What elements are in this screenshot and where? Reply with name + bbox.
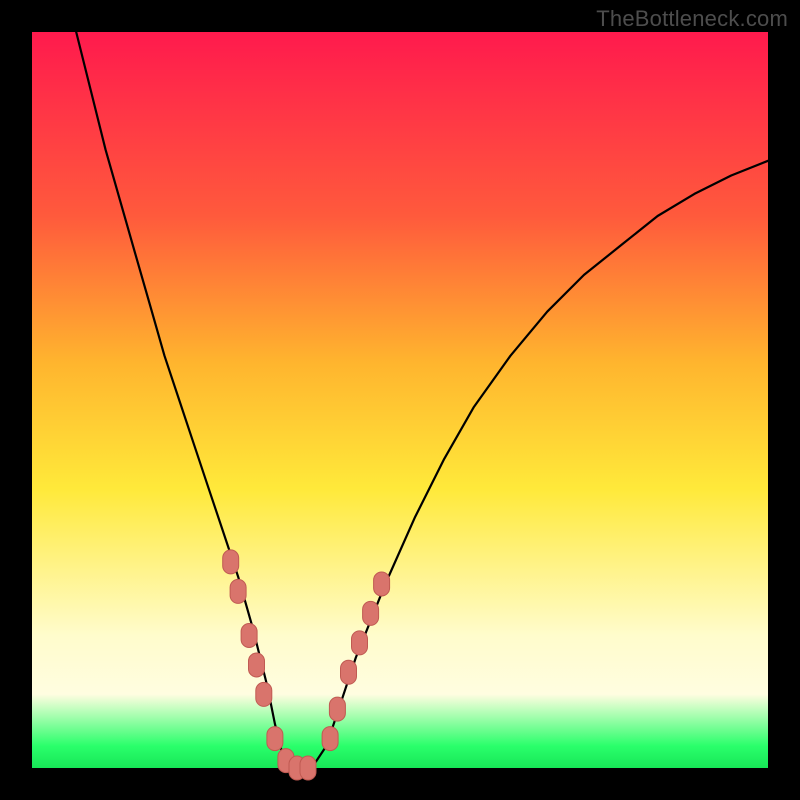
curve-layer — [32, 32, 768, 768]
plot-area — [32, 32, 768, 768]
marker-dot — [352, 631, 368, 655]
marker-dot — [267, 727, 283, 751]
marker-dot — [223, 550, 239, 574]
marker-dot — [329, 697, 345, 721]
marker-dot — [249, 653, 265, 677]
outer-frame: TheBottleneck.com — [0, 0, 800, 800]
marker-dot — [374, 572, 390, 596]
marker-dot — [256, 682, 272, 706]
bottleneck-curve — [76, 32, 768, 768]
marker-dot — [300, 756, 316, 780]
marker-dot — [341, 660, 357, 684]
marker-dot — [241, 624, 257, 648]
marker-dot — [322, 727, 338, 751]
watermark-text: TheBottleneck.com — [596, 6, 788, 32]
marker-group — [223, 550, 390, 780]
marker-dot — [363, 601, 379, 625]
marker-dot — [230, 579, 246, 603]
